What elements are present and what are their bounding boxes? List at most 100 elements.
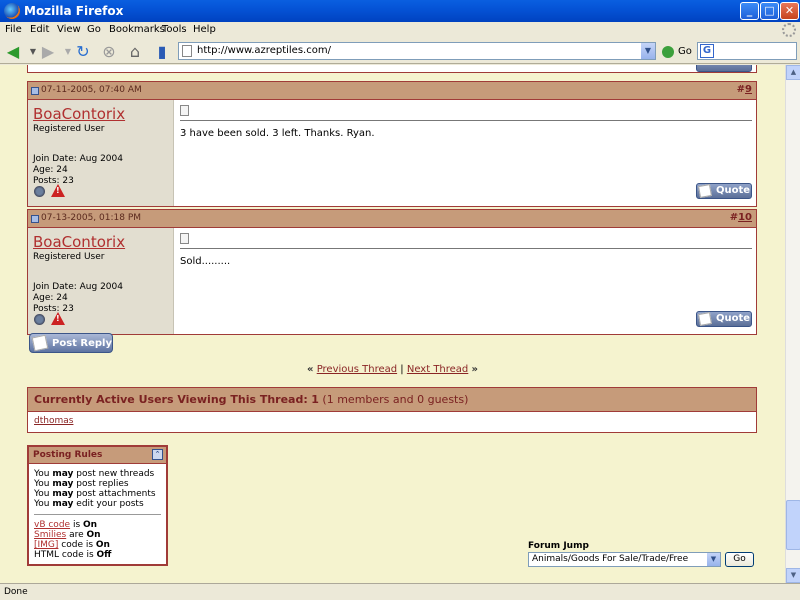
home-icon[interactable]: ⌂ [125, 41, 145, 61]
quote-button-partial[interactable] [696, 65, 752, 72]
rule-permission: may [52, 499, 74, 509]
post-number-link[interactable]: 9 [745, 84, 752, 95]
post-reply-button[interactable]: Post Reply [29, 333, 113, 353]
previous-post-fragment [27, 65, 757, 73]
close-button[interactable]: ✕ [780, 2, 799, 20]
rule-line: You may edit your posts [34, 499, 161, 509]
post-number: #9 [737, 84, 752, 95]
post-10: 07-13-2005, 01:18 PM #10 BoaContorix Reg… [27, 209, 757, 335]
menu-edit[interactable]: Edit [30, 24, 49, 35]
username-link[interactable]: BoaContorix [33, 105, 125, 123]
google-icon[interactable]: G [700, 44, 714, 58]
quote-label: Quote [716, 313, 751, 324]
status-bar: Done [0, 583, 800, 600]
message-icon [180, 233, 189, 244]
quote-label: Quote [716, 185, 751, 196]
img-code-link[interactable]: [IMG] [34, 540, 58, 550]
post-reply-label: Post Reply [52, 338, 112, 349]
address-bar[interactable]: http://www.azreptiles.com/ ▼ [178, 42, 656, 60]
code-state: On [95, 540, 110, 550]
reload-icon[interactable]: ↻ [73, 41, 93, 61]
post-icon [31, 87, 39, 95]
rule-line: You may post replies [34, 479, 161, 489]
menu-go[interactable]: Go [87, 24, 101, 35]
address-url[interactable]: http://www.azreptiles.com/ [197, 45, 331, 56]
scroll-thumb[interactable] [786, 500, 800, 550]
user-age: Age: 24 [33, 293, 68, 303]
code-text: code is [58, 540, 96, 550]
username-link[interactable]: BoaContorix [33, 233, 125, 251]
menu-view[interactable]: View [57, 24, 81, 35]
report-post-icon[interactable] [51, 312, 65, 325]
rule-line: You may post attachments [34, 489, 161, 499]
forum-jump-go-button[interactable]: Go [725, 552, 754, 567]
message-text: Sold......... [180, 256, 231, 267]
scroll-up-icon[interactable]: ▲ [786, 65, 800, 80]
menu-tools[interactable]: Tools [162, 24, 187, 35]
throbber-icon [782, 23, 796, 37]
address-dropdown-icon[interactable]: ▼ [641, 43, 655, 59]
next-thread-link[interactable]: Next Thread [407, 364, 468, 375]
rule-permission: may [52, 479, 74, 489]
page-icon [182, 45, 192, 57]
forum-jump-label: Forum Jump [528, 541, 589, 551]
message-text: 3 have been sold. 3 left. Thanks. Ryan. [180, 128, 375, 139]
vbcode-link[interactable]: vB code [34, 520, 70, 530]
thread-nav-separator: | [400, 364, 404, 375]
user-age: Age: 24 [33, 165, 68, 175]
rule-line: You may post new threads [34, 469, 161, 479]
rule-permission: may [52, 489, 74, 499]
smilies-link[interactable]: Smilies [34, 530, 66, 540]
quote-button[interactable]: Quote [696, 311, 752, 327]
posting-rules-body: You may post new threads You may post re… [29, 464, 166, 565]
user-info: Join Date: Aug 2004 Age: 24 Posts: 23 [33, 154, 123, 187]
quote-button[interactable]: Quote [696, 183, 752, 199]
previous-thread-link[interactable]: Previous Thread [317, 364, 397, 375]
forward-icon[interactable]: ▶ [38, 41, 58, 61]
nav-toolbar: ◀ ▼ ▶ ▼ ↻ ⊗ ⌂ ▮ http://www.azreptiles.co… [0, 38, 800, 64]
user-title: Registered User [33, 124, 105, 134]
rule-text: post replies [73, 479, 129, 489]
menu-help[interactable]: Help [193, 24, 216, 35]
search-input[interactable]: G [697, 42, 797, 60]
title-bar: Mozilla Firefox _ □ ✕ [0, 0, 800, 22]
post-number-link[interactable]: 10 [738, 212, 752, 223]
code-line: vB code is On [34, 520, 161, 530]
report-post-icon[interactable] [51, 184, 65, 197]
code-line: Smilies are On [34, 530, 161, 540]
vertical-scrollbar[interactable]: ▲ ▼ [785, 65, 800, 583]
go-icon[interactable] [662, 46, 674, 58]
go-button-label[interactable]: Go [678, 46, 692, 57]
prev-arrows: « [307, 364, 314, 375]
forum-jump: Forum Jump Animals/Goods For Sale/Trade/… [528, 541, 754, 567]
collapse-icon[interactable]: ⌃ [152, 449, 163, 460]
minimize-button[interactable]: _ [740, 2, 759, 20]
back-icon[interactable]: ◀ [3, 41, 23, 61]
post-number-prefix: # [729, 212, 739, 223]
join-date: Join Date: Aug 2004 [33, 282, 123, 292]
user-panel: BoaContorix Registered User Join Date: A… [28, 228, 174, 334]
join-date: Join Date: Aug 2004 [33, 154, 123, 164]
bookmarks-icon[interactable]: ▮ [152, 41, 172, 61]
status-text: Done [4, 587, 28, 597]
rule-text: You [34, 469, 53, 479]
menu-bookmarks[interactable]: Bookmarks [109, 24, 165, 35]
post-header: 07-13-2005, 01:18 PM #10 [28, 210, 756, 228]
rule-text: post attachments [73, 489, 156, 499]
scroll-down-icon[interactable]: ▼ [786, 568, 800, 583]
rule-text: post new threads [73, 469, 155, 479]
user-info: Join Date: Aug 2004 Age: 24 Posts: 23 [33, 282, 123, 315]
forum-jump-select[interactable]: Animals/Goods For Sale/Trade/Free ▼ [528, 552, 721, 567]
chevron-down-icon[interactable]: ▼ [707, 553, 720, 566]
stop-icon[interactable]: ⊗ [99, 41, 119, 61]
maximize-button[interactable]: □ [760, 2, 779, 20]
active-user-link[interactable]: dthomas [34, 416, 73, 426]
user-title: Registered User [33, 252, 105, 262]
posting-rules-header: Posting Rules ⌃ [29, 447, 166, 464]
post-message: 3 have been sold. 3 left. Thanks. Ryan. … [180, 100, 752, 206]
menu-file[interactable]: File [5, 24, 22, 35]
rule-permission: may [52, 469, 74, 479]
code-line: HTML code is Off [34, 550, 161, 560]
menu-bar: File Edit View Go Bookmarks Tools Help [0, 22, 800, 38]
post-message: Sold......... Quote [180, 228, 752, 334]
